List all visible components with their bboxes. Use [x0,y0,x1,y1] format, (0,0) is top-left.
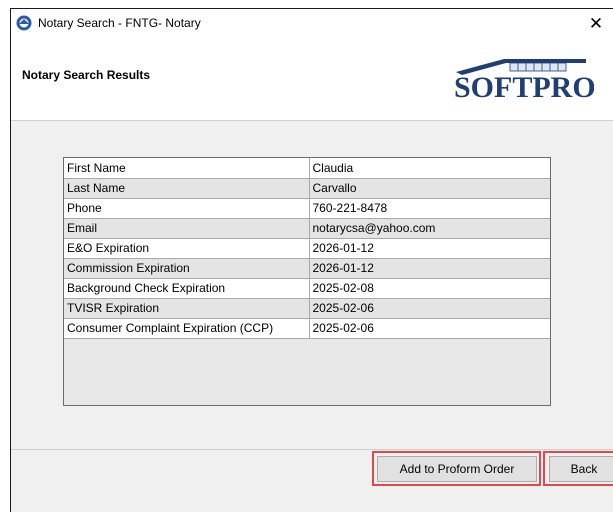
table-row[interactable]: First Name Claudia [64,158,550,179]
add-button-highlight [372,451,541,486]
table-row[interactable]: Commission Expiration 2026-01-12 [64,257,550,279]
window-title: Notary Search - FNTG- Notary [38,16,201,30]
softpro-app-icon [16,15,32,31]
softpro-logo: SOFTPRO [454,59,594,100]
table-row[interactable]: Background Check Expiration 2025-02-08 [64,277,550,299]
table-row[interactable]: Consumer Complaint Expiration (CCP) 2025-… [64,317,550,339]
back-button-highlight [543,451,613,486]
field-value-cell: 2026-01-12 [308,237,550,259]
field-label-cell: TVISR Expiration [64,297,310,319]
table-row[interactable]: Email notarycsa@yahoo.com [64,217,550,239]
close-button[interactable]: ✕ [579,9,613,39]
field-value-cell: 2025-02-06 [308,297,550,319]
table-row[interactable]: TVISR Expiration 2025-02-06 [64,297,550,319]
field-label-cell: E&O Expiration [64,237,310,259]
svg-text:SOFTPRO: SOFTPRO [454,71,594,100]
table-row[interactable]: Phone 760-221-8478 [64,197,550,219]
table-row[interactable]: Last Name Carvallo [64,177,550,199]
title-bar[interactable]: Notary Search - FNTG- Notary ✕ [11,9,613,39]
field-value-cell: notarycsa@yahoo.com [308,217,550,239]
field-label-cell: Last Name [64,177,310,199]
close-icon: ✕ [588,14,604,33]
field-label-cell: Email [64,217,310,239]
header-panel: Notary Search Results SOFTPRO [11,39,613,121]
field-value-cell: 2026-01-12 [308,257,550,279]
field-value-cell: 760-221-8478 [308,197,550,219]
field-value-cell: Carvallo [308,177,550,199]
notary-search-window: Notary Search - FNTG- Notary ✕ Notary Se… [10,8,613,512]
page-title: Notary Search Results [22,68,151,82]
table-row[interactable]: E&O Expiration 2026-01-12 [64,237,550,259]
field-value-cell: 2025-02-06 [308,317,550,339]
field-label-cell: Commission Expiration [64,257,310,279]
field-label-cell: Phone [64,197,310,219]
field-value-cell: 2025-02-08 [308,277,550,299]
footer-divider [11,449,613,450]
notary-results-table: First Name Claudia Last Name Carvallo Phone 7… [63,157,551,406]
field-value-cell: Claudia [308,158,550,179]
field-label-cell: Consumer Complaint Expiration (CCP) [64,317,310,339]
field-label-cell: Background Check Expiration [64,277,310,299]
field-label-cell: First Name [64,158,310,179]
